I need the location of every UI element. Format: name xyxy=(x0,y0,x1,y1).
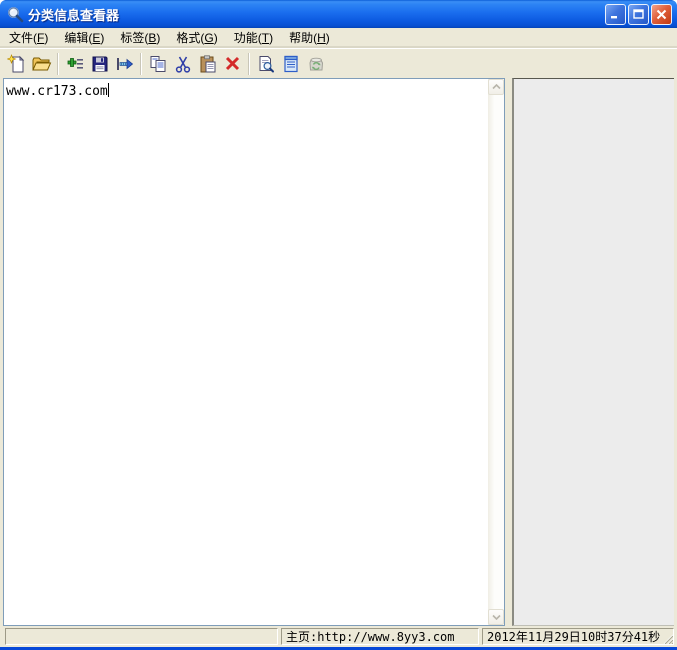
chevron-down-icon xyxy=(491,614,501,620)
title-bar[interactable]: 分类信息查看器 xyxy=(0,0,677,28)
copy-button[interactable] xyxy=(145,51,170,76)
editor-panel: www.cr173.com xyxy=(3,78,505,626)
status-bar: 主页:http://www.8yy3.com 2012年11月29日10时37分… xyxy=(0,626,677,647)
close-icon xyxy=(656,9,667,19)
export-button[interactable] xyxy=(112,51,137,76)
menu-tags[interactable]: 标签(B) xyxy=(112,27,168,49)
save-button[interactable] xyxy=(87,51,112,76)
resize-grip[interactable] xyxy=(661,632,673,644)
menu-edit[interactable]: 编辑(E) xyxy=(56,27,112,49)
chevron-up-icon xyxy=(491,84,501,90)
cut-button[interactable] xyxy=(170,51,195,76)
toolbar-separator xyxy=(140,52,142,75)
menu-function[interactable]: 功能(T) xyxy=(226,27,281,49)
minimize-icon xyxy=(611,15,617,18)
scroll-down-button[interactable] xyxy=(488,609,504,625)
toolbar xyxy=(0,48,677,78)
panel-splitter[interactable] xyxy=(505,78,512,626)
status-message-pane xyxy=(5,628,278,645)
open-folder-icon xyxy=(32,57,52,70)
delete-button[interactable] xyxy=(220,51,245,76)
refresh-button[interactable] xyxy=(303,51,328,76)
menu-help[interactable]: 帮助(H) xyxy=(281,27,338,49)
menu-bar: 文件(F) 编辑(E) 标签(B) 格式(G) 功能(T) 帮助(H) xyxy=(0,28,677,48)
magnifier-app-icon xyxy=(8,6,24,22)
menu-file[interactable]: 文件(F) xyxy=(1,27,56,49)
text-caret xyxy=(107,83,109,97)
save-floppy-icon xyxy=(92,56,107,71)
document-icon xyxy=(283,55,298,72)
status-homepage-pane: 主页:http://www.8yy3.com xyxy=(281,628,479,645)
paste-button[interactable] xyxy=(195,51,220,76)
menu-format[interactable]: 格式(G) xyxy=(168,27,225,49)
app-window: 分类信息查看器 文件(F) 编辑(E) 标签(B) 格式(G) 功能(T) 帮助… xyxy=(0,0,677,650)
scroll-up-button[interactable] xyxy=(488,79,504,95)
status-datetime-pane: 2012年11月29日10时37分41秒 xyxy=(482,628,674,645)
toolbar-separator xyxy=(248,52,250,75)
paste-clipboard-icon xyxy=(200,54,215,72)
new-button[interactable] xyxy=(4,51,29,76)
vertical-scrollbar[interactable] xyxy=(488,79,504,625)
close-button[interactable] xyxy=(651,3,672,25)
delete-x-icon xyxy=(225,56,240,71)
editor-text: www.cr173.com xyxy=(6,84,108,99)
print-preview-button[interactable] xyxy=(253,51,278,76)
window-title: 分类信息查看器 xyxy=(28,7,120,23)
minimize-button[interactable] xyxy=(605,3,626,25)
content-area: www.cr173.com xyxy=(0,78,677,626)
add-record-button[interactable] xyxy=(62,51,87,76)
copy-icon xyxy=(150,55,165,72)
export-arrow-icon xyxy=(117,57,134,70)
open-button[interactable] xyxy=(29,51,54,76)
side-panel xyxy=(512,78,674,626)
refresh-recycle-icon xyxy=(308,57,323,70)
print-preview-icon xyxy=(259,55,274,72)
maximize-button[interactable] xyxy=(628,3,649,25)
toolbar-separator xyxy=(57,52,59,75)
cut-scissors-icon xyxy=(175,56,190,73)
new-document-icon xyxy=(6,53,24,72)
editor[interactable]: www.cr173.com xyxy=(4,79,488,625)
view-document-button[interactable] xyxy=(278,51,303,76)
add-record-icon xyxy=(67,57,83,69)
maximize-icon xyxy=(633,8,644,19)
